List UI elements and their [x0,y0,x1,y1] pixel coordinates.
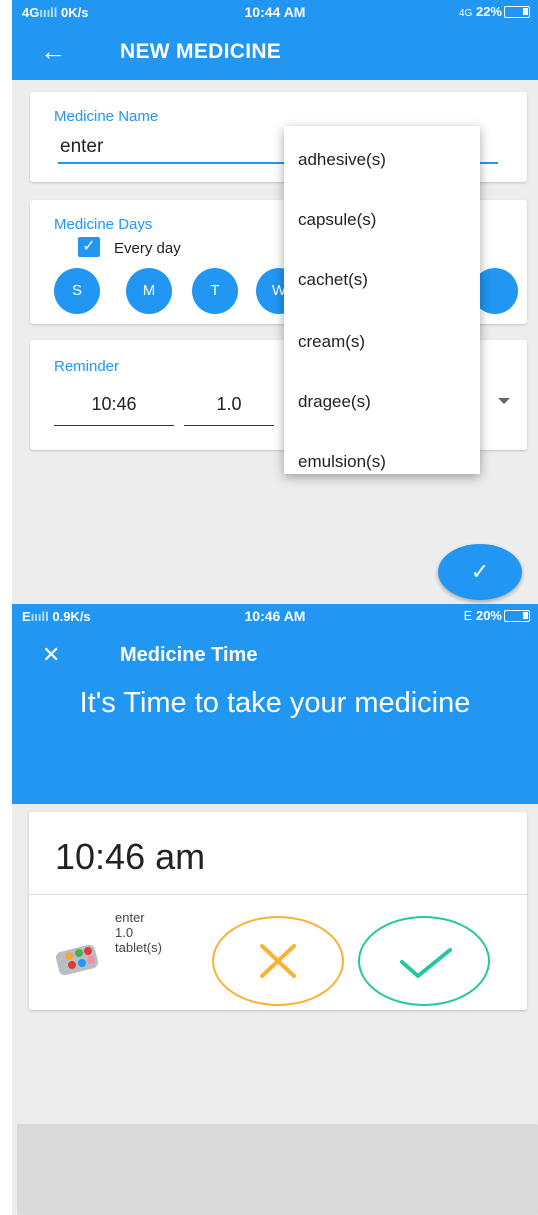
medicine-dose: 1.0 [115,925,134,940]
pill-pack-icon [55,944,99,976]
check-icon [400,948,452,978]
dropdown-arrow-icon[interactable] [498,398,510,404]
day-toggle-sun[interactable]: S [54,268,100,314]
medicine-info: enter 1.0 tablet(s) [115,910,185,955]
dropdown-item[interactable]: capsule(s) [298,210,376,230]
app-bar: ← NEW MEDICINE [12,24,538,80]
reminder-time-field[interactable]: 10:46 [54,394,174,426]
close-icon [260,944,296,978]
page-title: NEW MEDICINE [120,40,282,63]
bottom-bar [17,1124,538,1215]
status-battery-text: 4G 22% [459,4,502,19]
close-icon[interactable]: ✕ [42,642,60,668]
status-bar: 4Gıııll 0K/s 10:44 AM 4G 22% [12,0,538,24]
battery-icon [504,610,530,622]
reminder-dose-field[interactable]: 1.0 [184,394,274,426]
take-button[interactable] [358,916,490,1006]
battery-icon [504,6,530,18]
divider [29,894,527,895]
alarm-title: Medicine Time [120,644,258,666]
check-icon: ✓ [470,559,490,584]
status-time: 10:46 AM [244,608,306,624]
skip-button[interactable] [212,916,344,1006]
alarm-header: ✕ Medicine Time It's Time to take your m… [12,628,538,804]
reminder-label: Reminder [54,358,120,375]
save-button[interactable]: ✓ [438,544,522,600]
day-toggle-mon[interactable]: M [126,268,172,314]
dropdown-item[interactable]: dragee(s) [298,392,371,412]
dropdown-item[interactable]: adhesive(s) [298,150,386,170]
arrow-left-icon[interactable]: ← [40,36,66,67]
day-toggle-tue[interactable]: T [192,268,238,314]
status-bar: Eıııll 0.9K/s 10:46 AM E 20% [12,604,538,628]
status-battery-text: E 20% [463,608,502,623]
medicine-name-input[interactable]: enter [60,136,103,158]
every-day-label: Every day [114,240,181,257]
medicine-days-label: Medicine Days [54,216,153,233]
new-medicine-screen: 4Gıııll 0K/s 10:44 AM 4G 22% ← NEW MEDIC… [12,0,538,604]
alarm-message: It's Time to take your medicine [79,687,471,719]
medicine-name-label: Medicine Name [54,108,159,125]
alarm-card: 10:46 am enter 1.0 tablet(s) [29,812,527,1010]
dropdown-item[interactable]: cream(s) [298,332,365,352]
dropdown-item[interactable]: emulsion(s) [298,452,386,472]
medicine-time-screen: Eıııll 0.9K/s 10:46 AM E 20% ✕ Medicine … [12,604,538,1215]
alarm-time: 10:46 am [55,836,206,877]
unit-dropdown-menu: adhesive(s) capsule(s) cachet(s) cream(s… [284,126,480,474]
medicine-name: enter [115,910,145,925]
medicine-unit: tablet(s) [115,940,162,955]
every-day-checkbox[interactable]: ✓ [78,237,100,257]
dropdown-item[interactable]: cachet(s) [298,270,368,290]
